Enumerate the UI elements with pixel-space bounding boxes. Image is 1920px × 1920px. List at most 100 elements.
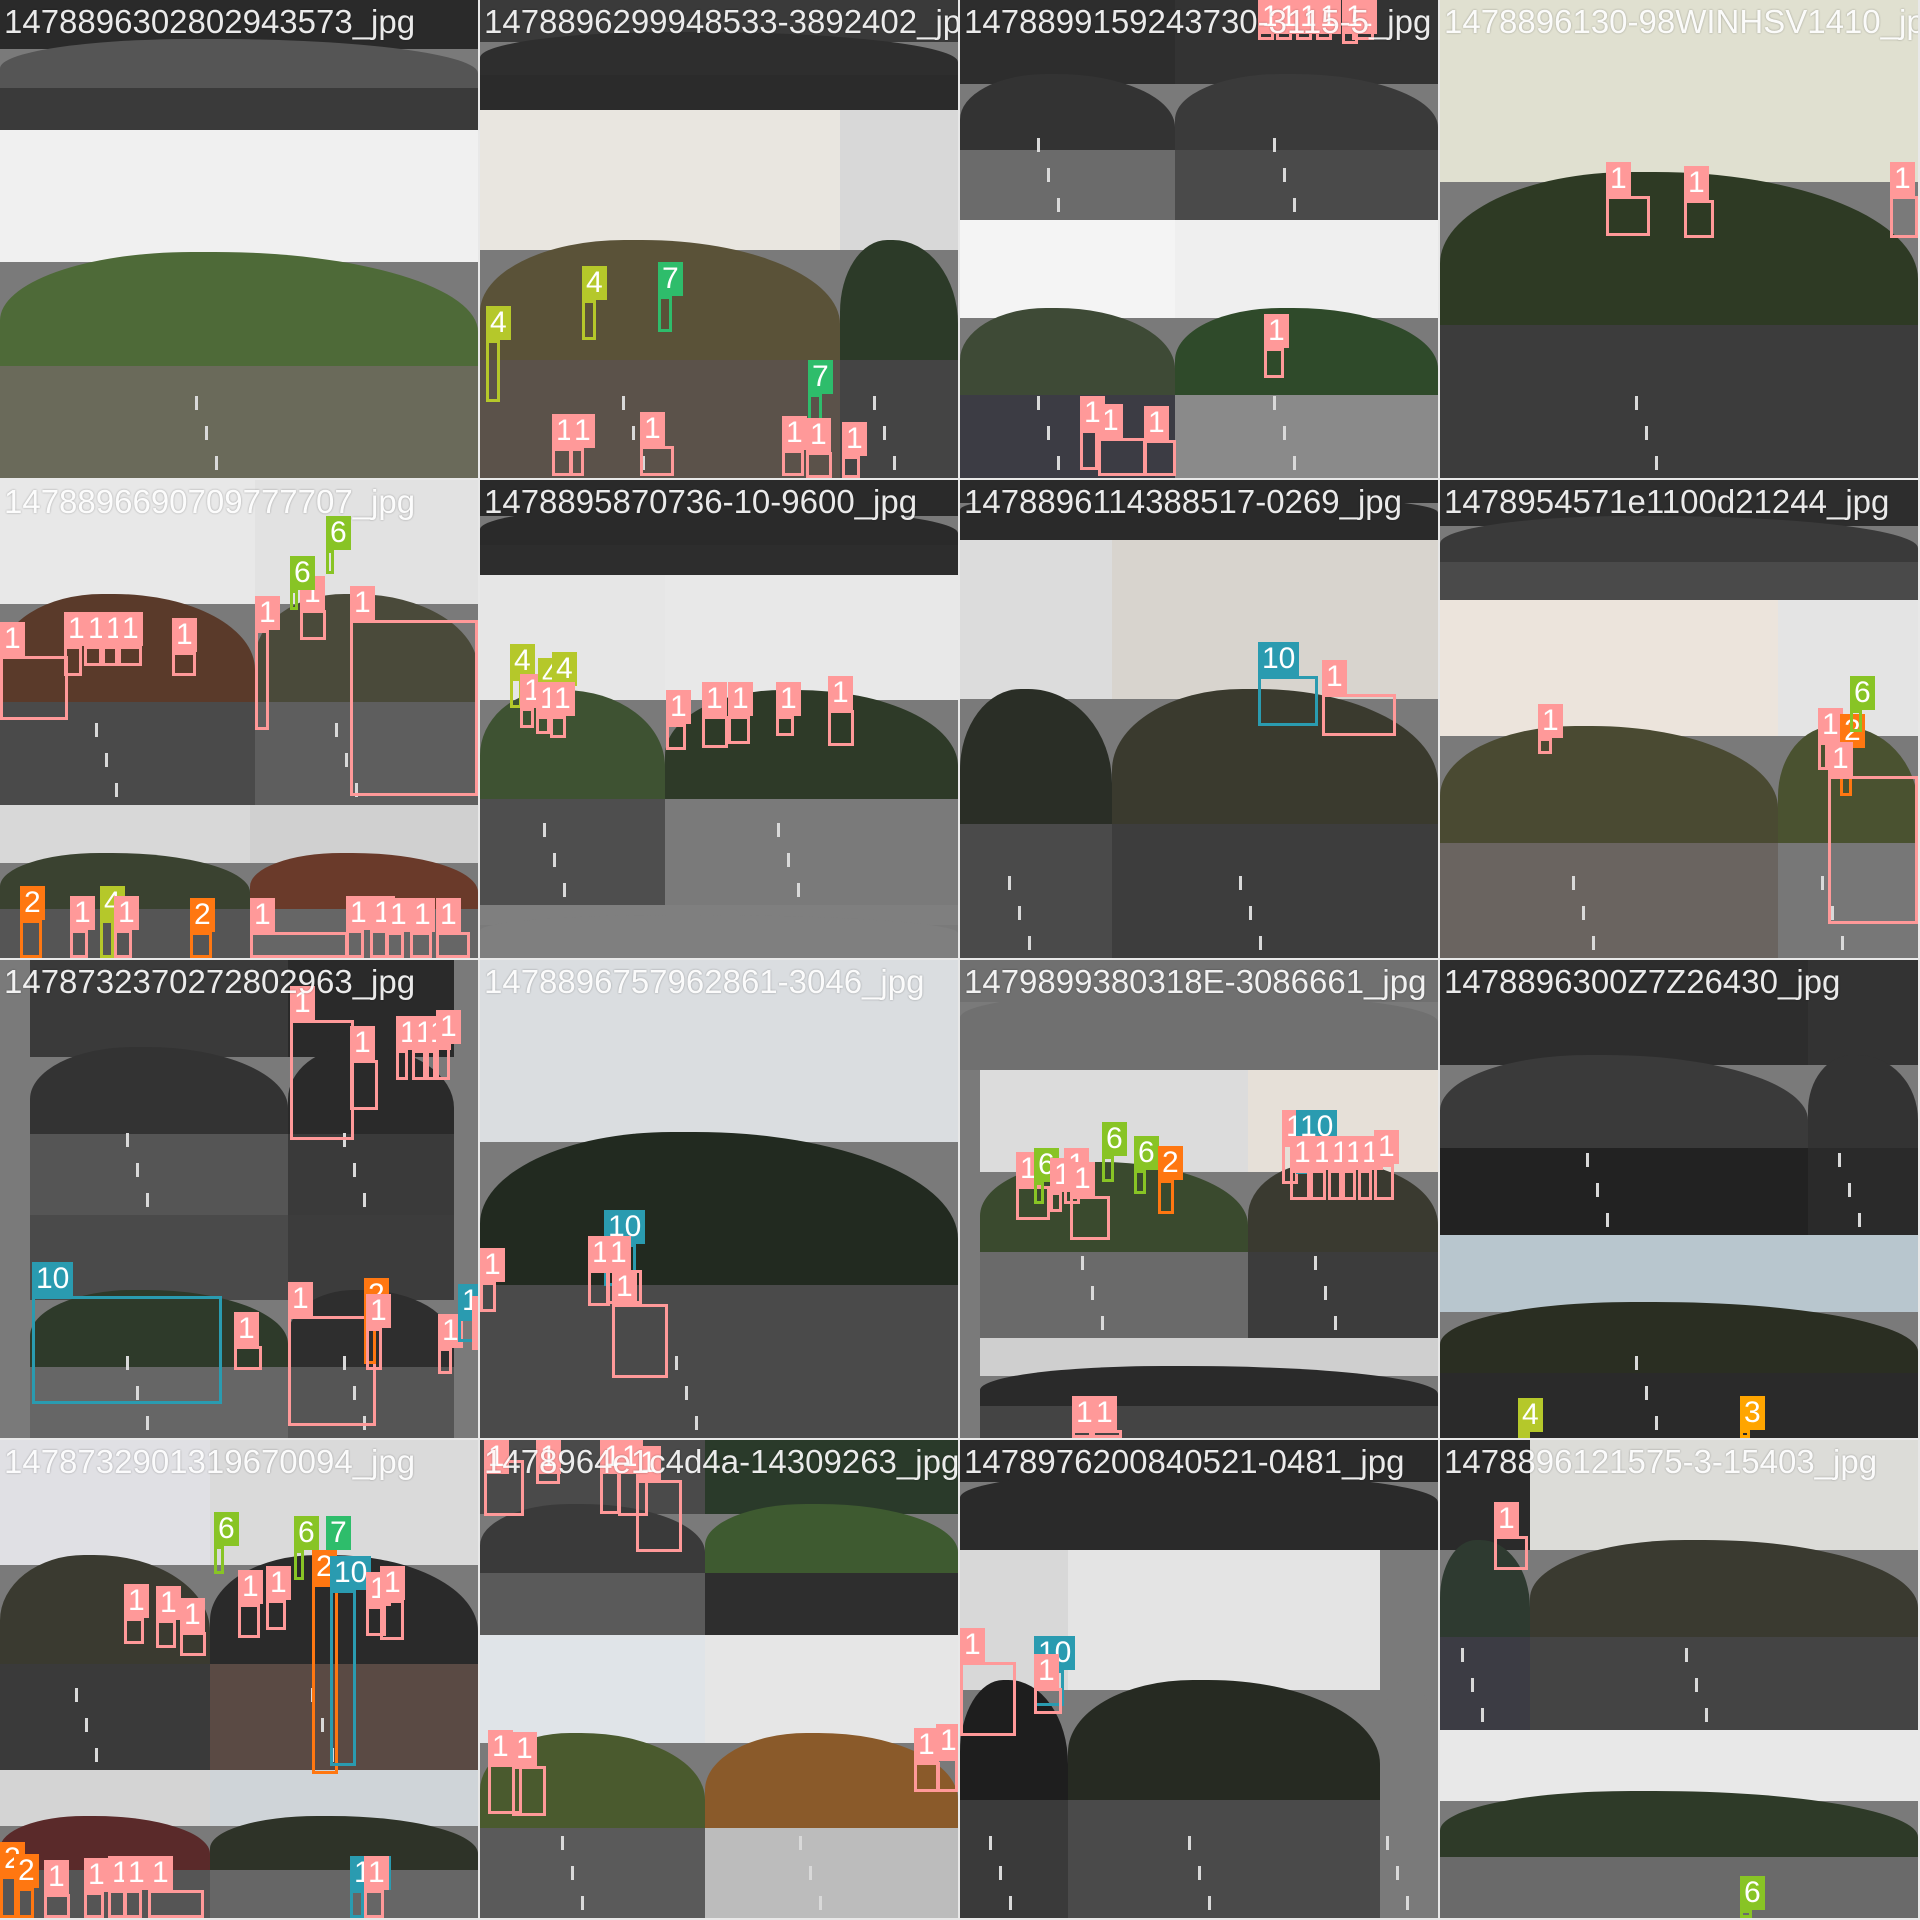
mosaic-tile: 10 1 1 1 1 1478896757962861-3046_jpg — [480, 960, 958, 1438]
box-class-label: 1 — [1828, 742, 1853, 776]
photo-fragment — [980, 1338, 1438, 1438]
bounding-box — [658, 296, 672, 332]
bounding-box — [640, 446, 674, 476]
mosaic-tile: 10 1 1478896114388517-0269_jpg — [960, 480, 1438, 958]
bounding-box — [0, 656, 68, 720]
bounding-box — [380, 1600, 404, 1640]
bounding-box — [1034, 1182, 1044, 1204]
bounding-box — [438, 1348, 452, 1374]
box-class-label: 1 — [124, 1584, 149, 1618]
bounding-box — [350, 1890, 364, 1918]
bounding-box — [300, 610, 326, 640]
bounding-box — [32, 1296, 222, 1404]
box-class-label: 1 — [512, 1732, 537, 1766]
box-class-label: 2 — [14, 1854, 39, 1888]
bounding-box — [486, 340, 500, 402]
tile-filename: 1478896121575-3-15403_jpg — [1444, 1443, 1878, 1480]
tile-filename: 1478964e1c4d4a-14309263_jpg — [484, 1443, 958, 1480]
box-class-label: 6 — [1740, 1876, 1765, 1910]
bounding-box — [1158, 1180, 1174, 1214]
bounding-box — [828, 710, 854, 746]
box-class-label: 1 — [410, 898, 435, 932]
box-class-label: 1 — [1322, 660, 1347, 694]
tile-filename: 1478896130-98WINHSV1410_jpg — [1444, 3, 1918, 40]
bounding-box — [266, 1600, 286, 1630]
box-class-label: 1 — [350, 586, 375, 620]
box-class-label: 6 — [1850, 676, 1875, 710]
bounding-box — [666, 724, 686, 750]
bounding-box — [412, 1050, 426, 1080]
bounding-box — [214, 1546, 224, 1574]
bounding-box — [44, 1894, 70, 1918]
bounding-box — [552, 448, 572, 476]
box-class-label: 1 — [1606, 162, 1631, 196]
bounding-box — [1322, 694, 1396, 736]
bounding-box — [1102, 1156, 1114, 1182]
bounding-box — [14, 1888, 34, 1918]
box-class-label: 4 — [1518, 1398, 1543, 1432]
bounding-box — [1310, 1170, 1326, 1200]
box-class-label: 1 — [364, 1856, 389, 1890]
bounding-box — [100, 920, 114, 958]
tile-filename: 1478896690709777707_jpg — [4, 483, 416, 520]
bounding-box — [330, 1590, 356, 1766]
box-class-label: 1 — [1144, 406, 1169, 440]
mosaic-tile: 1 1 1 1 1 1 1 1 1 6 6 2 1 4 1 2 1 1 1 1 1 1 147889669070977770… — [0, 480, 478, 958]
bounding-box — [582, 300, 596, 340]
box-class-label: 1 — [1538, 704, 1563, 738]
bounding-box — [536, 716, 550, 734]
box-class-label: 10 — [1258, 642, 1300, 676]
bounding-box — [1494, 1536, 1528, 1570]
box-class-label: 1 — [1684, 166, 1709, 200]
bounding-box — [124, 1618, 144, 1644]
box-class-label: 1 — [84, 1858, 109, 1892]
box-class-label: 1 — [488, 1730, 513, 1764]
bounding-box — [1264, 348, 1284, 378]
tile-filename: 1478954571e1100d21244_jpg — [1444, 483, 1890, 520]
box-class-label: 1 — [436, 1010, 461, 1044]
bounding-box — [1080, 430, 1098, 470]
mosaic-tile: 1 1 2 6 1 1478954571e1100d21244_jpg — [1440, 480, 1918, 958]
photo-fragment — [1248, 1070, 1438, 1338]
bounding-box — [290, 590, 298, 610]
mosaic-tile: 4 1 4 4 1 1 1 1 1 1 1 1478895870736-10-9600_jpg — [480, 480, 958, 958]
photo-fragment — [1175, 220, 1438, 478]
photo-fragment — [1068, 1550, 1380, 1918]
bounding-box — [238, 1604, 260, 1638]
box-class-label: 1 — [0, 622, 25, 656]
bounding-box — [806, 452, 832, 478]
bounding-box — [1684, 200, 1714, 238]
box-class-label: 1 — [172, 618, 197, 652]
photo-fragment — [1112, 540, 1438, 958]
box-class-label: 1 — [238, 1570, 263, 1604]
bounding-box — [1134, 1170, 1146, 1194]
box-class-label: 6 — [214, 1512, 239, 1546]
bounding-box — [1342, 1170, 1356, 1200]
photo-fragment — [1440, 1440, 1530, 1730]
mosaic-grid: 1478896302802943573_jpg 4 4 7 7 1 1 1 1 1 1 1478896… — [0, 0, 1920, 1920]
box-class-label: 1 — [806, 418, 831, 452]
bounding-box — [114, 930, 132, 958]
box-class-label: 2 — [20, 886, 45, 920]
bounding-box — [1034, 1688, 1062, 1714]
box-class-label: 1 — [960, 1628, 985, 1662]
box-class-label: 1 — [234, 1312, 259, 1346]
bounding-box — [1606, 196, 1650, 236]
box-class-label: 1 — [1092, 1396, 1117, 1430]
box-class-label: 1 — [255, 596, 280, 630]
photo-fragment — [210, 1770, 478, 1918]
bounding-box — [366, 1328, 382, 1370]
bounding-box — [190, 932, 212, 958]
box-class-label: 4 — [552, 652, 577, 686]
bounding-box — [148, 1890, 204, 1918]
photo-fragment — [1440, 600, 1778, 958]
box-class-label: 1 — [936, 1724, 958, 1758]
mosaic-tile: 1 6 1478896121575-3-15403_jpg — [1440, 1440, 1918, 1918]
tile-filename: 1478896299948533-3892402_jpg — [484, 3, 958, 40]
bounding-box — [1740, 1910, 1752, 1918]
mosaic-tile: 1 1 1 1478896130-98WINHSV1410_jpg — [1440, 0, 1918, 478]
bounding-box — [156, 1620, 176, 1648]
photo-fragment — [1530, 1440, 1918, 1730]
bounding-box — [436, 1044, 450, 1080]
bounding-box — [20, 920, 42, 958]
